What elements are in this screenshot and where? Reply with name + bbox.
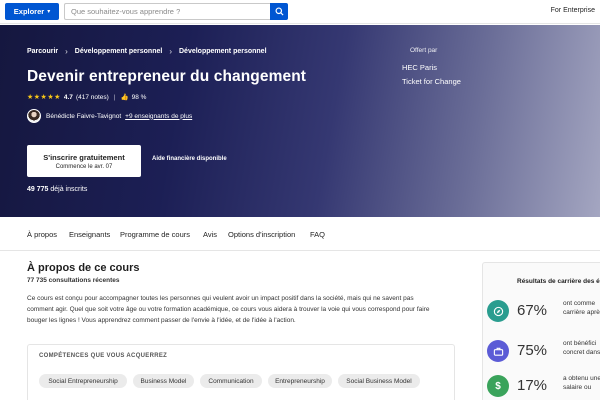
enrolled-suffix: déjà inscrits [50,186,88,193]
more-instructors-link[interactable]: +9 enseignants de plus [125,113,192,120]
skill-chip[interactable]: Business Model [133,374,194,388]
breadcrumb: Parcourir › Développement personnel › Dé… [27,47,267,56]
star-rating-icon: ★★★★★ [27,94,61,101]
skills-card: COMPÉTENCES QUE VOUS ACQUERREZ Social En… [27,344,455,400]
course-hero: Parcourir › Développement personnel › Dé… [0,25,600,217]
breadcrumb-item[interactable]: Développement personnel [75,48,163,55]
enroll-label: S'inscrire gratuitement [43,152,125,162]
career-outcomes-card: Résultats de carrière des é 67% ont comm… [482,262,600,400]
offered-by-label: Offert par [410,47,438,54]
career-description: ont comme carrière aprè c [563,299,600,326]
tab-syllabus[interactable]: Programme de cours [120,230,190,239]
career-line: ont comme [563,300,596,307]
enrolled-count: 49 775 déjà inscrits [27,186,87,193]
career-description: a obtenu une salaire ou [563,374,600,392]
rating-count[interactable]: (417 notes) [76,94,109,101]
career-row: $ 17% a obtenu une salaire ou [487,371,600,400]
skill-chip[interactable]: Entrepreneurship [268,374,332,388]
career-percentage: 75% [517,342,548,359]
like-percentage: 98 % [131,93,147,101]
career-line: c [563,317,600,326]
course-description: Ce cours est conçu pour accompagner tout… [27,295,430,324]
avatar [27,109,41,123]
career-percentage: 17% [517,377,548,394]
enroll-button[interactable]: S'inscrire gratuitement Commence le avr.… [27,145,141,177]
career-row: 67% ont comme carrière aprè c [487,296,600,326]
skill-chip[interactable]: Social Entrepreneurship [39,374,127,388]
rating-value: 4.7 [63,93,73,101]
career-line: salaire ou [563,384,592,391]
tab-enrollment-options[interactable]: Options d'inscription [228,230,295,239]
explore-button[interactable]: Explorer ▾ [5,3,59,20]
breadcrumb-item[interactable]: Développement personnel [179,48,267,55]
enroll-start-date: Commence le avr. 07 [55,163,113,170]
career-percentage: 67% [517,302,548,319]
skill-chip[interactable]: Communication [200,374,262,388]
search-placeholder: Que souhaitez-vous apprendre ? [71,7,181,16]
career-line: concret dans l [563,349,600,356]
career-description: ont bénéfici concret dans l c [563,339,600,366]
search-input[interactable]: Que souhaitez-vous apprendre ? [64,3,270,20]
top-bar: Explorer ▾ Que souhaitez-vous apprendre … [0,0,600,24]
course-tabs: À propos Enseignants Programme de cours … [0,218,600,251]
recent-views: 77 735 consultations récentes [27,277,120,284]
career-title: Résultats de carrière des é [517,278,600,285]
financial-aid-link[interactable]: Aide financière disponible [152,156,227,162]
enrolled-number: 49 775 [27,186,49,193]
partner-hec-paris[interactable]: HEC Paris [402,63,437,72]
rating-row: ★★★★★ 4.7 (417 notes) | 👍 98 % [27,93,147,102]
chevron-down-icon: ▾ [47,9,51,15]
career-line: ont bénéfici [563,340,597,347]
tab-reviews[interactable]: Avis [203,230,217,239]
divider: | [113,93,116,101]
chevron-right-icon: › [65,47,68,56]
search-button[interactable] [270,3,288,20]
page-title: Devenir entrepreneur du changement [27,68,307,85]
enterprise-link[interactable]: For Enterprise [551,7,595,14]
career-line: carrière aprè [563,309,600,316]
career-line: c [563,357,600,366]
search-icon [274,7,284,16]
instructor-row: Bénédicte Faivre-Tavignot +9 enseignants… [27,109,192,123]
career-row: 75% ont bénéfici concret dans l c [487,336,600,366]
thumbs-up-icon: 👍 [120,94,129,101]
chevron-right-icon: › [169,47,172,56]
tab-about[interactable]: À propos [27,230,57,239]
partner-ticket-for-change[interactable]: Ticket for Change [402,77,461,86]
briefcase-icon [487,340,509,362]
skills-title: COMPÉTENCES QUE VOUS ACQUERREZ [39,353,168,359]
tab-faq[interactable]: FAQ [310,230,325,239]
about-title: À propos de ce cours [27,262,140,274]
breadcrumb-item[interactable]: Parcourir [27,48,58,55]
career-line: a obtenu une [563,375,600,382]
dollar-icon: $ [487,375,509,397]
skill-chip[interactable]: Social Business Model [338,374,420,388]
tab-instructors[interactable]: Enseignants [69,230,110,239]
compass-icon [487,300,509,322]
instructor-name[interactable]: Bénédicte Faivre-Tavignot [46,113,121,120]
explore-label: Explorer [13,7,45,16]
